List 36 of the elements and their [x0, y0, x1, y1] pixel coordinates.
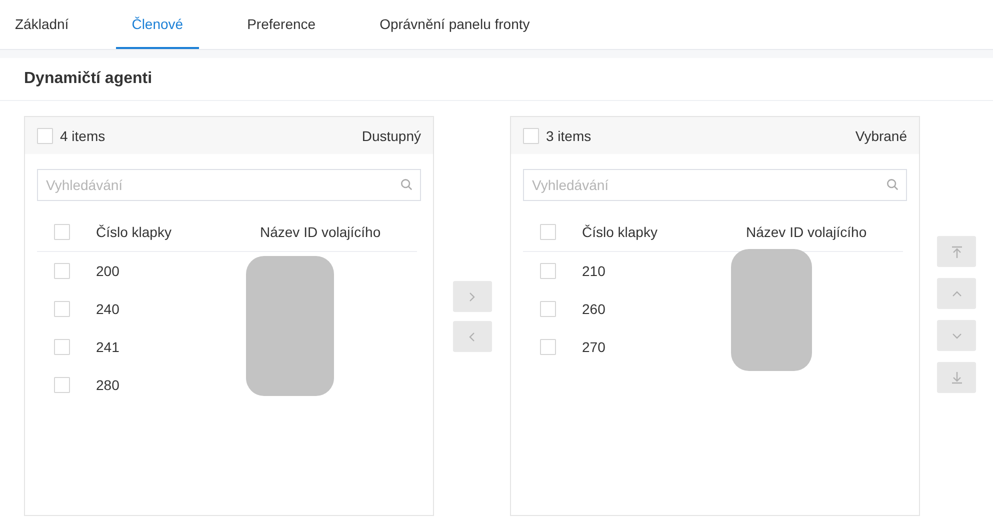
tab[interactable]: Oprávnění panelu fronty — [364, 0, 546, 49]
search-icon — [886, 178, 899, 191]
item-count: 3 items — [546, 128, 592, 144]
checkbox[interactable] — [54, 224, 70, 240]
table-cell-text: 210 — [582, 263, 606, 279]
tab[interactable]: Základní — [0, 0, 84, 49]
table-cell-text: 280 — [96, 377, 120, 393]
search-field[interactable]: Vyhledávání — [523, 169, 907, 201]
checkbox[interactable] — [37, 128, 53, 144]
tab[interactable]: Preference — [231, 0, 332, 49]
panel-title: Dustupný — [362, 128, 421, 144]
search-field[interactable]: Vyhledávání — [37, 169, 421, 201]
column-header: Název ID volajícího — [746, 224, 867, 240]
table-cell-text: 240 — [96, 301, 120, 317]
checkbox[interactable] — [523, 128, 539, 144]
table-cell-text: 260 — [582, 301, 606, 317]
checkbox[interactable] — [540, 224, 556, 240]
column-header: Číslo klapky — [96, 224, 172, 240]
move-to-bottom-icon — [950, 370, 964, 384]
checkbox[interactable] — [540, 263, 556, 279]
column-header: Název ID volajícího — [260, 224, 381, 240]
panel-title: Vybrané — [855, 128, 907, 144]
table-cell-text: 200 — [96, 263, 120, 279]
table-cell-text: 241 — [96, 339, 120, 355]
checkbox[interactable] — [540, 339, 556, 355]
column-header: Číslo klapky — [582, 224, 658, 240]
move-to-top-icon — [950, 244, 964, 258]
section-title: Dynamičtí agenti — [24, 70, 152, 88]
checkbox[interactable] — [540, 301, 556, 317]
checkbox[interactable] — [54, 263, 70, 279]
checkbox[interactable] — [54, 301, 70, 317]
checkbox[interactable] — [54, 377, 70, 393]
search-icon — [400, 178, 413, 191]
checkbox[interactable] — [54, 339, 70, 355]
table-cell-text: 270 — [582, 339, 606, 355]
item-count: 4 items — [60, 128, 106, 144]
